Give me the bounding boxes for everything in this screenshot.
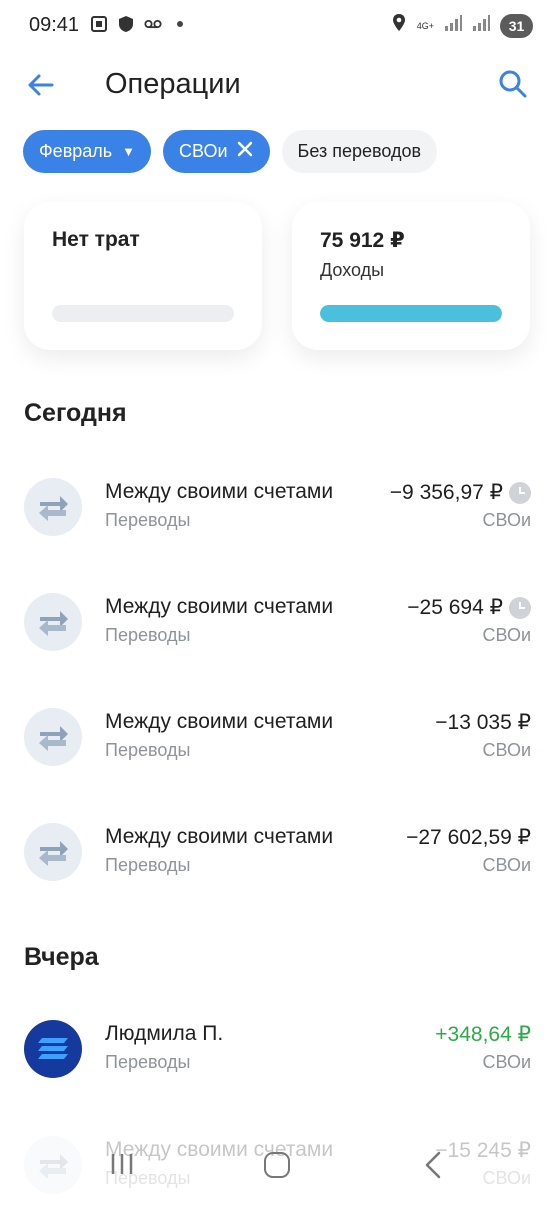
month-filter-label: Февраль: [39, 141, 113, 161]
transaction-category: Переводы: [105, 510, 191, 530]
transfer-icon: [24, 593, 82, 651]
no-transfers-chip[interactable]: Без переводов: [281, 130, 438, 173]
transaction-name: Между своими счетами: [105, 595, 334, 618]
system-nav-bar: [0, 1130, 555, 1200]
transaction-amount: +348,64 ₽: [435, 1023, 531, 1046]
status-time: 09:41: [29, 14, 80, 36]
income-card[interactable]: 75 912 ₽ Доходы: [292, 202, 530, 350]
page-title: Операции: [105, 68, 241, 100]
no-transfers-label: Без переводов: [297, 141, 422, 161]
location-icon: [391, 13, 407, 38]
signal-icon: [444, 14, 462, 37]
recent-apps-icon[interactable]: [108, 1152, 138, 1176]
spending-title: Нет трат: [52, 228, 140, 251]
transaction-row[interactable]: Между своими счетами Переводы −25 694 ₽ …: [0, 593, 555, 673]
transaction-row[interactable]: Между своими счетами Переводы −13 035 ₽ …: [0, 708, 555, 788]
section-title-today: Сегодня: [24, 399, 127, 427]
transaction-row[interactable]: Между своими счетами Переводы −27 602,59…: [0, 823, 555, 903]
close-icon[interactable]: [236, 140, 254, 163]
search-icon[interactable]: [497, 68, 529, 100]
dot-icon: [171, 15, 189, 33]
status-notification-icons: [90, 15, 189, 33]
transfer-icon: [24, 708, 82, 766]
transfer-icon: [24, 478, 82, 536]
transaction-amount-wrap: −9 356,97 ₽: [390, 480, 531, 505]
transaction-account: СВОи: [482, 625, 531, 645]
transaction-amount: −27 602,59 ₽: [406, 826, 531, 849]
status-bar: 09:41 4G+ 31: [0, 0, 555, 52]
nav-back-icon[interactable]: [422, 1150, 444, 1180]
transaction-name: Между своими счетами: [105, 825, 334, 848]
app-header: Операции: [0, 60, 555, 110]
clock-icon: [509, 596, 531, 619]
transaction-amount-wrap: −25 694 ₽: [407, 595, 531, 620]
network-label: 4G+: [416, 20, 434, 31]
transaction-account: СВОи: [482, 740, 531, 760]
home-icon[interactable]: [264, 1152, 290, 1178]
screenshot-icon: [90, 15, 108, 33]
transaction-category: Переводы: [105, 1052, 191, 1072]
transaction-row[interactable]: Между своими счетами Переводы −9 356,97 …: [0, 478, 555, 558]
transaction-category: Переводы: [105, 855, 191, 875]
transaction-row[interactable]: Людмила П. Переводы +348,64 ₽ СВОи: [0, 1020, 555, 1100]
transaction-amount: −9 356,97 ₽: [389, 481, 503, 504]
spending-progress-bar: [52, 305, 234, 322]
transaction-name: Между своими счетами: [105, 480, 334, 503]
status-system-icons: 4G+ 31: [391, 13, 533, 38]
transaction-amount: −25 694 ₽: [407, 596, 503, 619]
battery-icon: 31: [500, 13, 533, 38]
filter-chips: Февраль ▼ СВОи Без переводов: [23, 130, 438, 173]
transaction-account: СВОи: [482, 510, 531, 530]
bank-logo-icon: [24, 1020, 82, 1078]
section-title-yesterday: Вчера: [24, 943, 99, 971]
transaction-account: СВОи: [482, 855, 531, 875]
chevron-down-icon: ▼: [122, 144, 136, 159]
transaction-category: Переводы: [105, 625, 191, 645]
clock-icon: [509, 481, 531, 504]
transaction-name: Между своими счетами: [105, 710, 334, 733]
transaction-name: Людмила П.: [105, 1022, 224, 1045]
transfer-icon: [24, 823, 82, 881]
month-filter-chip[interactable]: Февраль ▼: [23, 130, 152, 173]
signal-icon-2: [472, 14, 490, 37]
account-filter-label: СВОи: [179, 141, 228, 161]
income-label: Доходы: [320, 260, 385, 280]
transaction-amount: −13 035 ₽: [435, 711, 531, 734]
spending-card[interactable]: Нет трат: [24, 202, 262, 350]
transaction-account: СВОи: [482, 1052, 531, 1072]
income-amount: 75 912 ₽: [320, 229, 405, 252]
voicemail-icon: [144, 15, 162, 33]
transaction-category: Переводы: [105, 740, 191, 760]
back-arrow-icon[interactable]: [24, 68, 58, 102]
account-filter-chip[interactable]: СВОи: [163, 130, 270, 173]
income-progress-bar: [320, 305, 502, 322]
shield-icon: [117, 15, 135, 33]
